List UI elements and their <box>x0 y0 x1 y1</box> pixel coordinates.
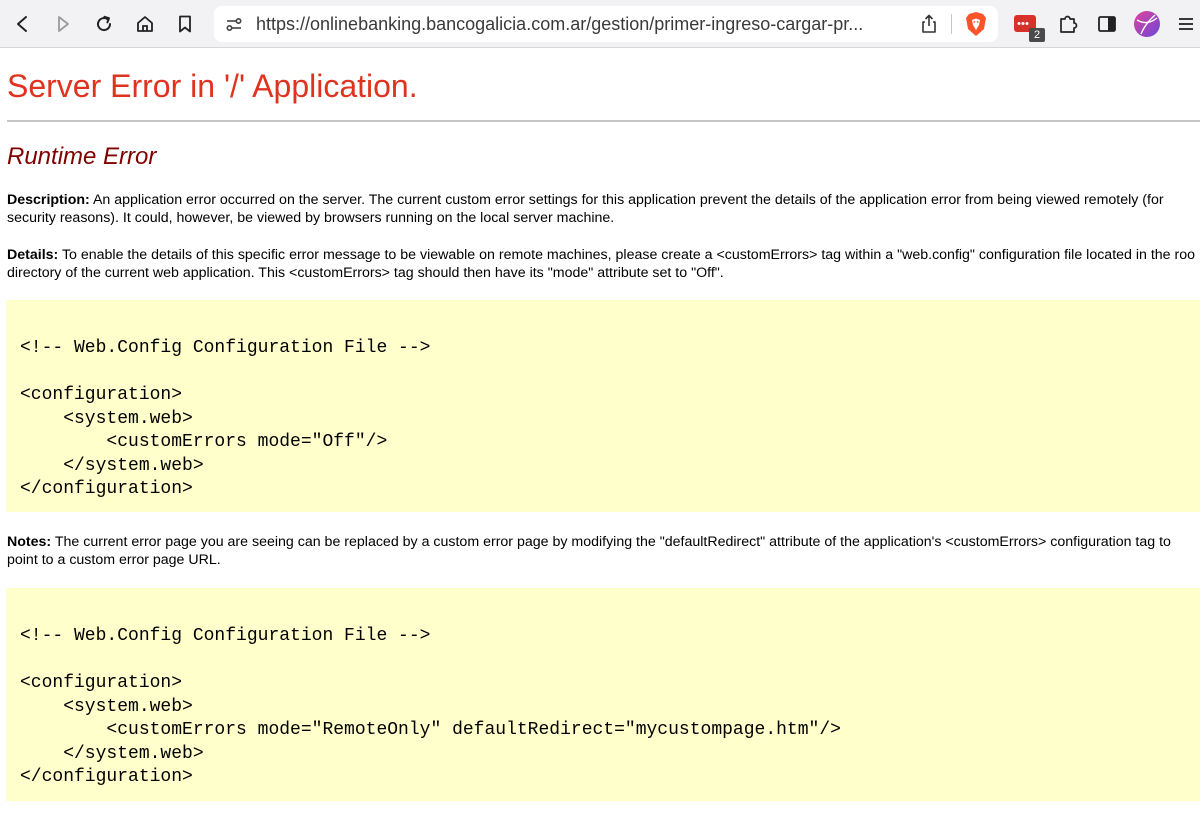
extensions-button[interactable] <box>1053 9 1083 39</box>
error-page-title: Server Error in '/' Application. <box>7 68 418 104</box>
notes-label: Notes: <box>7 534 52 550</box>
sidebar-icon <box>1097 14 1117 34</box>
description-paragraph: Description: An application error occurr… <box>7 191 1200 227</box>
share-icon[interactable] <box>918 13 940 35</box>
sidebar-button[interactable] <box>1092 9 1122 39</box>
title-divider <box>7 120 1200 122</box>
browser-toolbar: https://onlinebanking.bancogalicia.com.a… <box>0 0 1200 48</box>
details-paragraph: Details: To enable the details of this s… <box>7 246 1200 282</box>
extension-badge-count: 2 <box>1029 28 1045 42</box>
profile-avatar-icon <box>1133 10 1161 38</box>
url-text[interactable]: https://onlinebanking.bancogalicia.com.a… <box>256 13 916 35</box>
notes-text-line2: point to a custom error page URL. <box>7 552 221 568</box>
brave-shields-icon[interactable] <box>964 11 988 37</box>
back-button[interactable] <box>8 9 38 39</box>
bookmark-button[interactable] <box>170 9 200 39</box>
back-arrow-icon <box>13 14 33 34</box>
config-code-block-2: <!-- Web.Config Configuration File --> <… <box>6 588 1200 801</box>
description-text-line2: security reasons). It could, however, be… <box>7 210 615 226</box>
notes-paragraph: Notes: The current error page you are se… <box>7 533 1200 569</box>
config-code-block-1: <!-- Web.Config Configuration File --> <… <box>6 300 1200 512</box>
runtime-error-heading: Runtime Error <box>7 143 157 170</box>
menu-button[interactable] <box>1172 9 1200 39</box>
details-text-line1: To enable the details of this specific e… <box>61 247 1196 263</box>
forward-arrow-icon <box>53 14 73 34</box>
config-code-2: <!-- Web.Config Configuration File --> <… <box>20 626 841 787</box>
home-button[interactable] <box>130 9 160 39</box>
home-icon <box>135 14 155 34</box>
details-label: Details: <box>7 247 59 263</box>
description-label: Description: <box>7 192 90 208</box>
reload-icon <box>94 14 114 34</box>
site-settings-icon[interactable] <box>224 14 244 34</box>
profile-button[interactable] <box>1132 9 1162 39</box>
bookmark-icon <box>175 14 195 34</box>
hamburger-menu-icon <box>1176 14 1196 34</box>
forward-button[interactable] <box>48 9 78 39</box>
address-bar[interactable]: https://onlinebanking.bancogalicia.com.a… <box>214 6 998 42</box>
description-text-line1: An application error occurred on the ser… <box>92 192 1164 208</box>
notes-text-line1: The current error page you are seeing ca… <box>54 534 1171 550</box>
details-text-line2: directory of the current web application… <box>7 265 724 281</box>
address-bar-divider <box>951 14 952 34</box>
page-content: Server Error in '/' Application. Runtime… <box>0 48 1200 827</box>
reload-button[interactable] <box>89 9 119 39</box>
config-code-1: <!-- Web.Config Configuration File --> <… <box>20 338 431 499</box>
puzzle-icon <box>1057 13 1079 35</box>
